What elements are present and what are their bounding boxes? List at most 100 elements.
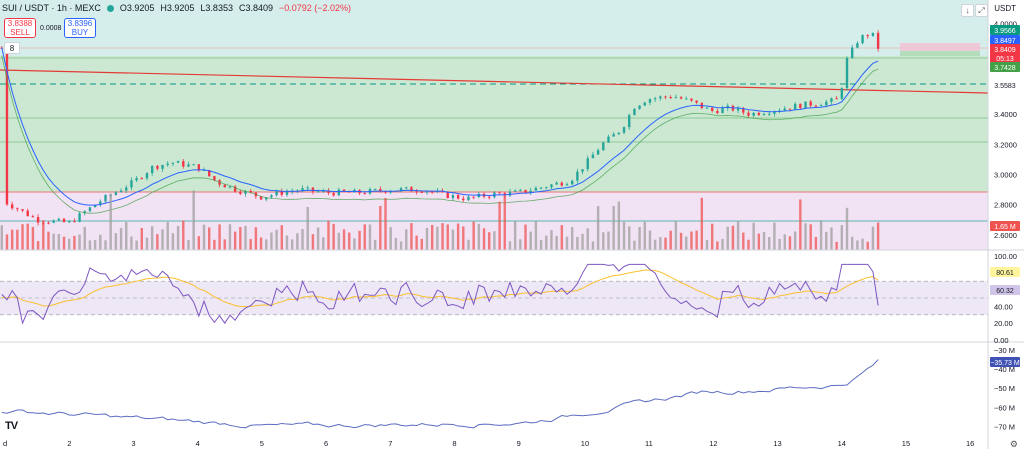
candle-body: [337, 189, 341, 196]
candle-body: [638, 105, 641, 109]
obv-line: [1, 359, 879, 429]
volume-bar: [664, 237, 667, 250]
candle-body: [856, 43, 859, 48]
spread-value: 0.0008: [40, 24, 62, 32]
buy-button[interactable]: 3.8396 BUY: [64, 18, 96, 38]
price-tick: 2.8000: [994, 201, 1017, 210]
candle-body: [57, 218, 61, 221]
candle-body: [617, 132, 621, 135]
time-tick: 2: [67, 439, 71, 448]
volume-bar: [228, 224, 232, 250]
candle-body: [130, 180, 133, 188]
currency-selector[interactable]: USDT: [994, 4, 1016, 13]
time-tick: 16: [966, 439, 974, 448]
candle-body: [695, 100, 698, 103]
buy-price: 3.8396: [67, 19, 93, 28]
volume-bar: [498, 201, 501, 250]
volume-bar: [327, 220, 330, 250]
volume-bar: [628, 226, 631, 250]
candle-body: [793, 103, 797, 110]
volume-bar: [653, 239, 657, 250]
countdown-tag: 05:13: [990, 53, 1020, 63]
candle-body: [306, 187, 309, 189]
indicator-count: 8: [9, 43, 15, 53]
volume-bar: [591, 241, 595, 250]
candle-body: [239, 191, 242, 194]
candle-body: [871, 32, 875, 36]
volume-bar: [410, 223, 413, 250]
volume-bar: [233, 231, 237, 250]
candle-body: [213, 176, 216, 181]
time-tick: 11: [645, 439, 653, 448]
time-tick: 8: [452, 439, 456, 448]
candle-body: [602, 142, 605, 151]
candle-body: [845, 57, 849, 89]
candle-body: [488, 196, 491, 198]
indicators-toggle[interactable]: 8: [4, 42, 20, 54]
candle-body: [187, 164, 190, 167]
candle-body: [648, 99, 652, 103]
volume-bar: [161, 229, 164, 250]
candle-body: [814, 105, 818, 107]
candle-body: [545, 187, 548, 189]
volume-bar: [93, 239, 97, 250]
candle-body: [876, 32, 880, 49]
candle-body: [664, 96, 667, 98]
market-status-icon: [106, 4, 114, 12]
candle-body: [643, 102, 646, 106]
volume-bar: [560, 225, 564, 250]
candle-body: [840, 88, 844, 99]
rsi-ma-tag-text: 60.32: [996, 288, 1014, 295]
candle-body: [21, 209, 24, 211]
time-tick: 5: [260, 439, 264, 448]
download-icon[interactable]: ↓: [961, 4, 974, 17]
volume-bar: [612, 205, 615, 250]
volume-bar: [145, 237, 149, 250]
volume-bar: [488, 232, 491, 250]
candle-body: [223, 184, 226, 188]
gear-icon[interactable]: ⚙: [1010, 439, 1018, 450]
rsi-tag-text: 80.61: [996, 270, 1014, 277]
volume-bar: [788, 236, 792, 250]
rsi-ma-tag: 60.32: [990, 285, 1020, 295]
candle-body: [275, 191, 278, 196]
volume-bar: [5, 234, 9, 250]
candle-body: [762, 114, 766, 116]
volume-bar: [524, 224, 527, 250]
candle-body: [78, 213, 81, 222]
volume-bar: [545, 235, 548, 250]
volume-bar: [430, 225, 434, 250]
rsi-tick: 40.00: [994, 302, 1013, 311]
volume-bar: [835, 241, 838, 250]
volume-bar: [363, 224, 366, 250]
volume-bar: [130, 236, 133, 250]
volume-bar: [68, 238, 71, 250]
price-tick: 3.2000: [994, 140, 1017, 149]
volume-bar: [99, 234, 102, 250]
candle-body: [581, 169, 584, 172]
volume-bar: [244, 225, 247, 250]
candle-body: [555, 182, 558, 185]
symbol-name[interactable]: SUI / USDT · 1h · MEXC: [2, 3, 101, 13]
chart-canvas[interactable]: 4.00003.80003.60003.40003.20003.00002.80…: [0, 0, 1024, 449]
candle-body: [819, 105, 823, 107]
candle-body: [104, 195, 107, 202]
low-value: L3.8353: [200, 3, 233, 13]
fullscreen-icon[interactable]: ⤢: [975, 4, 988, 17]
volume-bar: [135, 240, 138, 250]
volume-bar: [700, 197, 704, 250]
volume-bar: [799, 199, 802, 250]
candle-body: [456, 195, 460, 199]
volume-bar: [176, 226, 180, 250]
volume-bar: [436, 226, 439, 250]
candle-body: [451, 195, 455, 199]
volume-bar: [239, 227, 242, 250]
last-price-tag: 3.8409: [990, 44, 1020, 54]
time-tick: 3: [131, 439, 135, 448]
candle-body: [316, 191, 320, 193]
volume-bar: [539, 239, 543, 250]
candle-body: [36, 217, 40, 223]
candle-body: [653, 98, 657, 100]
sell-button[interactable]: 3.8388 SELL: [4, 18, 36, 38]
volume-bar: [21, 224, 24, 250]
